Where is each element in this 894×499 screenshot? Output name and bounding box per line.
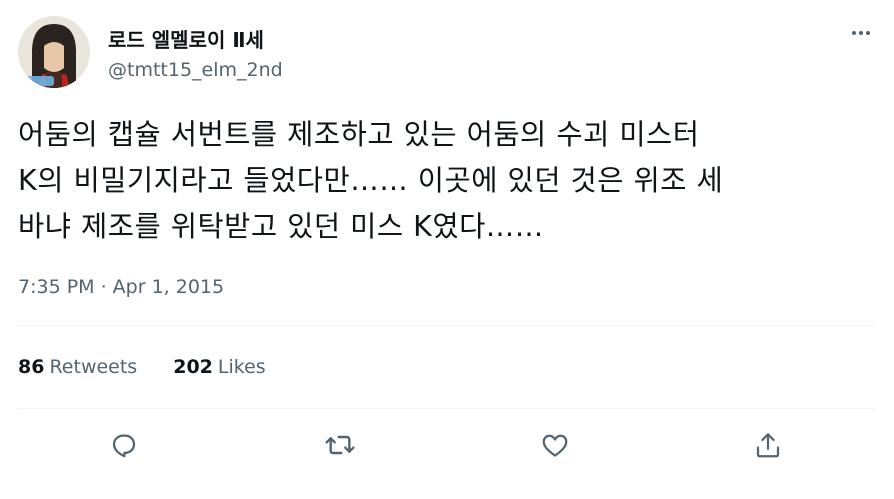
more-button[interactable]	[846, 18, 876, 48]
tweet-timestamp[interactable]: 7:35 PM · Apr 1, 2015	[18, 276, 224, 298]
reply-button[interactable]	[107, 428, 141, 462]
retweet-button[interactable]	[323, 428, 357, 462]
retweets-count: 86	[18, 356, 45, 378]
avatar[interactable]	[18, 16, 90, 88]
likes-stat[interactable]: 202 Likes	[173, 356, 265, 378]
tweet-text-line: 어둠의 캡슐 서번트를 제조하고 있는 어둠의 수괴 미스터	[18, 118, 700, 151]
retweets-label: Retweets	[49, 356, 138, 378]
divider	[18, 408, 876, 409]
author-display-name[interactable]: 로드 엘멜로이 Ⅱ세	[108, 24, 264, 53]
author-handle[interactable]: @tmtt15_elm_2nd	[108, 59, 283, 81]
share-button[interactable]	[751, 428, 785, 462]
tweet-text-line: 바냐 제조를 위탁받고 있던 미스 K였다……	[18, 210, 544, 243]
retweet-icon	[325, 435, 355, 455]
tweet-text-line: K의 비밀기지라고 들었다만…… 이곳에 있던 것은 위조 세	[18, 164, 724, 197]
tweet-stats: 86 Retweets 202 Likes	[18, 356, 266, 378]
divider	[18, 325, 876, 326]
likes-label: Likes	[217, 356, 266, 378]
tweet-text: 어둠의 캡슐 서번트를 제조하고 있는 어둠의 수괴 미스터 K의 비밀기지라고…	[18, 112, 880, 250]
retweets-stat[interactable]: 86 Retweets	[18, 356, 137, 378]
heart-icon	[542, 434, 568, 457]
likes-count: 202	[173, 356, 213, 378]
more-dots-icon	[852, 31, 870, 35]
share-icon	[756, 433, 780, 458]
reply-icon	[112, 434, 136, 458]
like-button[interactable]	[538, 428, 572, 462]
